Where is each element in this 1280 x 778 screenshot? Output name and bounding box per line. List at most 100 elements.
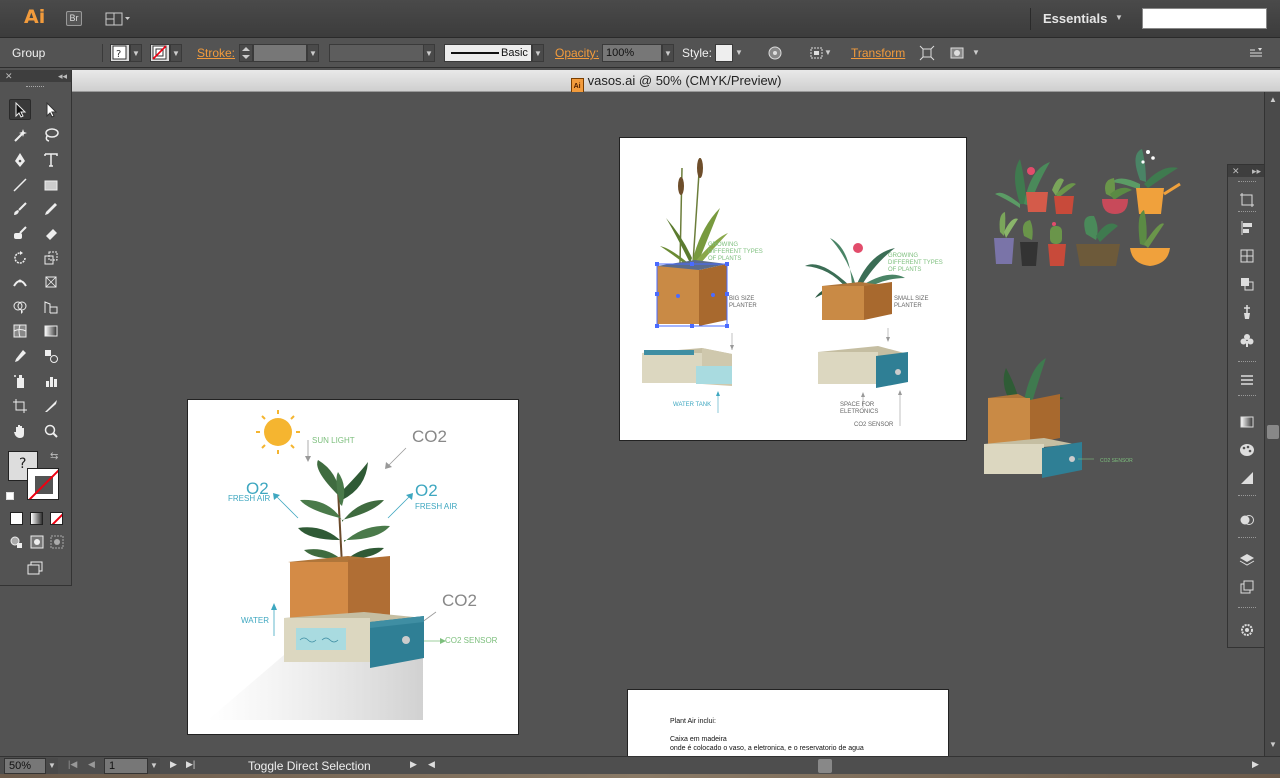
eraser-tool[interactable] — [40, 222, 62, 243]
draw-inside-button[interactable] — [48, 533, 66, 551]
blob-brush-tool[interactable] — [9, 222, 31, 243]
stroke-dropdown[interactable]: ▼ — [170, 44, 182, 62]
arrange-documents-button[interactable] — [105, 12, 131, 26]
artboards-list-panel-button[interactable] — [1237, 579, 1257, 597]
hand-tool[interactable] — [9, 420, 31, 441]
tools-panel-header[interactable]: ✕ ◂◂ — [0, 70, 71, 82]
color-guide-panel-button[interactable] — [1237, 441, 1257, 459]
magic-wand-tool[interactable] — [9, 124, 31, 145]
document-tab[interactable]: Ai vasos.ai @ 50% (CMYK/Preview) — [72, 70, 1280, 93]
graphic-style-swatch[interactable] — [715, 44, 733, 62]
brush-dropdown[interactable]: ▼ — [532, 44, 544, 62]
direct-selection-tool[interactable] — [40, 99, 62, 120]
stroke-weight-stepper[interactable] — [239, 44, 253, 62]
free-transform-tool[interactable] — [40, 271, 62, 292]
opacity-panel-link[interactable]: Opacity: — [555, 38, 599, 68]
document-info-panel-button[interactable] — [1237, 621, 1257, 639]
artboard-text-doc[interactable]: Plant Air inclui: Caixa em madeira onde … — [628, 690, 948, 756]
color-mode-button[interactable] — [10, 512, 23, 525]
mask-button[interactable] — [946, 42, 968, 63]
layers-panel-button[interactable] — [1237, 551, 1257, 569]
stroke-swatch[interactable] — [150, 44, 170, 62]
opacity-field[interactable] — [602, 44, 662, 62]
zoom-field[interactable] — [4, 758, 46, 774]
artboard-dropdown[interactable]: ▼ — [148, 758, 160, 774]
horizontal-scroll-thumb[interactable] — [818, 759, 832, 773]
vertical-scroll-thumb[interactable] — [1267, 425, 1279, 439]
expand-icon[interactable]: ▸▸ — [1252, 165, 1261, 177]
panel-grip[interactable] — [1238, 537, 1256, 539]
zoom-dropdown[interactable]: ▼ — [46, 758, 58, 774]
variable-width-dropdown[interactable]: ▼ — [423, 44, 435, 62]
mesh-tool[interactable] — [9, 320, 31, 341]
lasso-tool[interactable] — [40, 124, 62, 145]
variable-width-profile[interactable] — [329, 44, 425, 62]
width-tool[interactable] — [9, 271, 31, 292]
pen-tool[interactable] — [9, 149, 31, 170]
type-tool[interactable] — [40, 149, 62, 170]
close-icon[interactable]: ✕ — [1232, 165, 1240, 177]
transparency-panel-button[interactable] — [1237, 469, 1257, 487]
bridge-button[interactable]: Br — [66, 11, 82, 26]
panel-grip[interactable] — [1238, 361, 1256, 363]
artboard-planters[interactable]: GROWING DIFFERENT TYPES OF PLANTS GROWIN… — [620, 138, 966, 440]
brush-definition[interactable]: Basic — [444, 44, 532, 62]
symbols-panel-button[interactable] — [1237, 331, 1257, 349]
column-graph-tool[interactable] — [40, 370, 62, 391]
isolate-group-button[interactable] — [916, 42, 938, 63]
status-text[interactable]: Toggle Direct Selection — [248, 759, 371, 773]
gradient-mode-button[interactable] — [30, 512, 43, 525]
zoom-tool[interactable] — [40, 420, 62, 441]
slice-tool[interactable] — [40, 395, 62, 416]
scroll-up-icon[interactable]: ▲ — [1269, 95, 1277, 104]
artboard-number-field[interactable] — [104, 758, 148, 774]
stroke-color-box[interactable] — [27, 468, 59, 500]
scroll-down-icon[interactable]: ▼ — [1269, 740, 1277, 749]
rotate-tool[interactable] — [9, 247, 31, 268]
last-artboard-icon[interactable]: ▶| — [186, 759, 195, 770]
transform-panel-button[interactable] — [1237, 247, 1257, 265]
pencil-tool[interactable] — [40, 198, 62, 219]
swap-fill-stroke-icon[interactable]: ⇆ — [50, 451, 58, 462]
stroke-weight-dropdown[interactable]: ▼ — [307, 44, 319, 62]
workspace-switcher[interactable]: Essentials — [1043, 11, 1107, 26]
dock-header[interactable]: ✕ ▸▸ — [1228, 165, 1264, 177]
vertical-scrollbar[interactable]: ▲ ▼ — [1264, 92, 1280, 756]
stroke-weight-field[interactable] — [253, 44, 307, 62]
collapse-icon[interactable]: ◂◂ — [58, 70, 67, 82]
blend-tool[interactable] — [40, 345, 62, 366]
none-mode-button[interactable] — [50, 512, 63, 525]
default-fill-stroke-icon[interactable] — [6, 492, 14, 500]
eyedropper-tool[interactable] — [9, 345, 31, 366]
transform-panel-link[interactable]: Transform — [851, 38, 905, 68]
gradient-tool[interactable] — [40, 320, 62, 341]
mask-dropdown[interactable]: ▼ — [970, 44, 982, 62]
opacity-dropdown[interactable]: ▼ — [662, 44, 674, 62]
chevron-down-icon[interactable]: ▼ — [1115, 13, 1123, 22]
line-segment-tool[interactable] — [9, 174, 31, 195]
panel-grip[interactable] — [1238, 181, 1256, 183]
recolor-artwork-button[interactable] — [764, 42, 786, 63]
previous-artboard-icon[interactable]: ◀ — [88, 759, 95, 770]
scroll-right-icon[interactable]: ▶ — [1252, 759, 1259, 770]
rectangle-tool[interactable] — [40, 174, 62, 195]
align-panel-button[interactable] — [1237, 219, 1257, 237]
panel-grip[interactable] — [26, 86, 44, 87]
status-menu-icon[interactable]: ▶ — [410, 759, 417, 770]
style-dropdown[interactable]: ▼ — [733, 44, 745, 62]
first-artboard-icon[interactable]: |◀ — [68, 759, 77, 770]
draw-normal-button[interactable] — [7, 533, 25, 551]
artboard-tool[interactable] — [9, 395, 31, 416]
panel-grip[interactable] — [1238, 607, 1256, 609]
screen-mode-button[interactable] — [24, 558, 46, 578]
panel-grip[interactable] — [1238, 395, 1256, 397]
draw-behind-button[interactable] — [28, 533, 46, 551]
search-input[interactable] — [1142, 8, 1267, 29]
artboard-diagram[interactable]: SUN LIGHT CO2 O2 FRESH AIR O2 FRESH AIR … — [188, 400, 518, 734]
selection-tool[interactable] — [9, 99, 31, 120]
fill-dropdown[interactable]: ▼ — [130, 44, 142, 62]
canvas[interactable]: GROWING DIFFERENT TYPES OF PLANTS GROWIN… — [72, 92, 1264, 756]
paintbrush-tool[interactable] — [9, 198, 31, 219]
fill-swatch[interactable]: ? — [110, 44, 130, 62]
appearance-panel-button[interactable] — [1237, 511, 1257, 529]
